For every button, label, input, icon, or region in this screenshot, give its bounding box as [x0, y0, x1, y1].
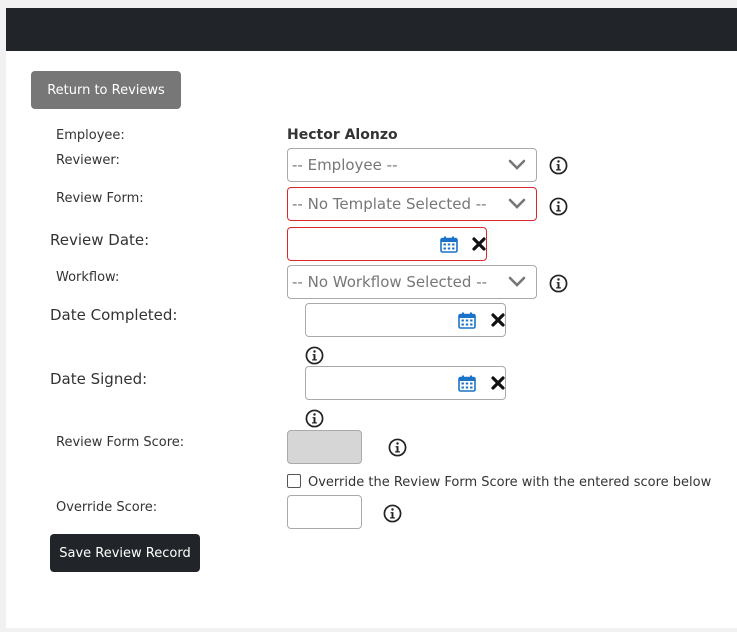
override-score-checkbox[interactable]	[287, 474, 301, 488]
workflow-select[interactable]: -- No Workflow Selected --	[287, 265, 537, 299]
info-icon[interactable]	[549, 274, 568, 293]
date-completed-input[interactable]	[305, 303, 506, 337]
chevron-down-icon	[508, 159, 526, 170]
info-icon[interactable]	[383, 504, 402, 523]
date-signed-label: Date Signed:	[50, 370, 148, 388]
calendar-icon[interactable]	[440, 236, 458, 253]
override-checkbox-label: Override the Review Form Score with the …	[308, 475, 712, 490]
date-signed-input[interactable]	[305, 366, 506, 400]
review-form-score-label: Review Form Score:	[56, 435, 185, 450]
top-nav-bar	[6, 8, 737, 51]
review-form-select[interactable]: -- No Template Selected --	[287, 187, 537, 221]
workflow-select-value: -- No Workflow Selected --	[292, 273, 488, 291]
calendar-icon[interactable]	[458, 312, 476, 329]
override-score-label: Override Score:	[56, 500, 158, 515]
reviewer-select-value: -- Employee --	[292, 156, 398, 174]
workflow-label: Workflow:	[56, 270, 120, 285]
reviewer-label: Reviewer:	[56, 153, 120, 168]
chevron-down-icon	[508, 198, 526, 209]
clear-x-icon[interactable]	[472, 237, 486, 251]
employee-label: Employee:	[56, 128, 125, 143]
review-form-label: Review Form:	[56, 191, 144, 206]
info-icon[interactable]	[549, 156, 568, 175]
info-icon[interactable]	[305, 346, 324, 365]
info-icon[interactable]	[549, 197, 568, 216]
save-review-record-button[interactable]: Save Review Record	[50, 534, 200, 572]
review-form-select-value: -- No Template Selected --	[292, 195, 487, 213]
return-to-reviews-button[interactable]: Return to Reviews	[31, 71, 181, 109]
review-date-input[interactable]	[287, 227, 487, 261]
review-form-score-field	[287, 430, 362, 464]
reviewer-select[interactable]: -- Employee --	[287, 148, 537, 182]
clear-x-icon[interactable]	[491, 376, 505, 390]
chevron-down-icon	[508, 276, 526, 287]
calendar-icon[interactable]	[458, 375, 476, 392]
employee-name: Hector Alonzo	[287, 127, 398, 143]
clear-x-icon[interactable]	[491, 313, 505, 327]
info-icon[interactable]	[305, 409, 324, 428]
date-completed-label: Date Completed:	[50, 306, 178, 324]
info-icon[interactable]	[388, 438, 407, 457]
review-date-label: Review Date:	[50, 231, 150, 249]
override-score-input[interactable]	[287, 495, 362, 529]
